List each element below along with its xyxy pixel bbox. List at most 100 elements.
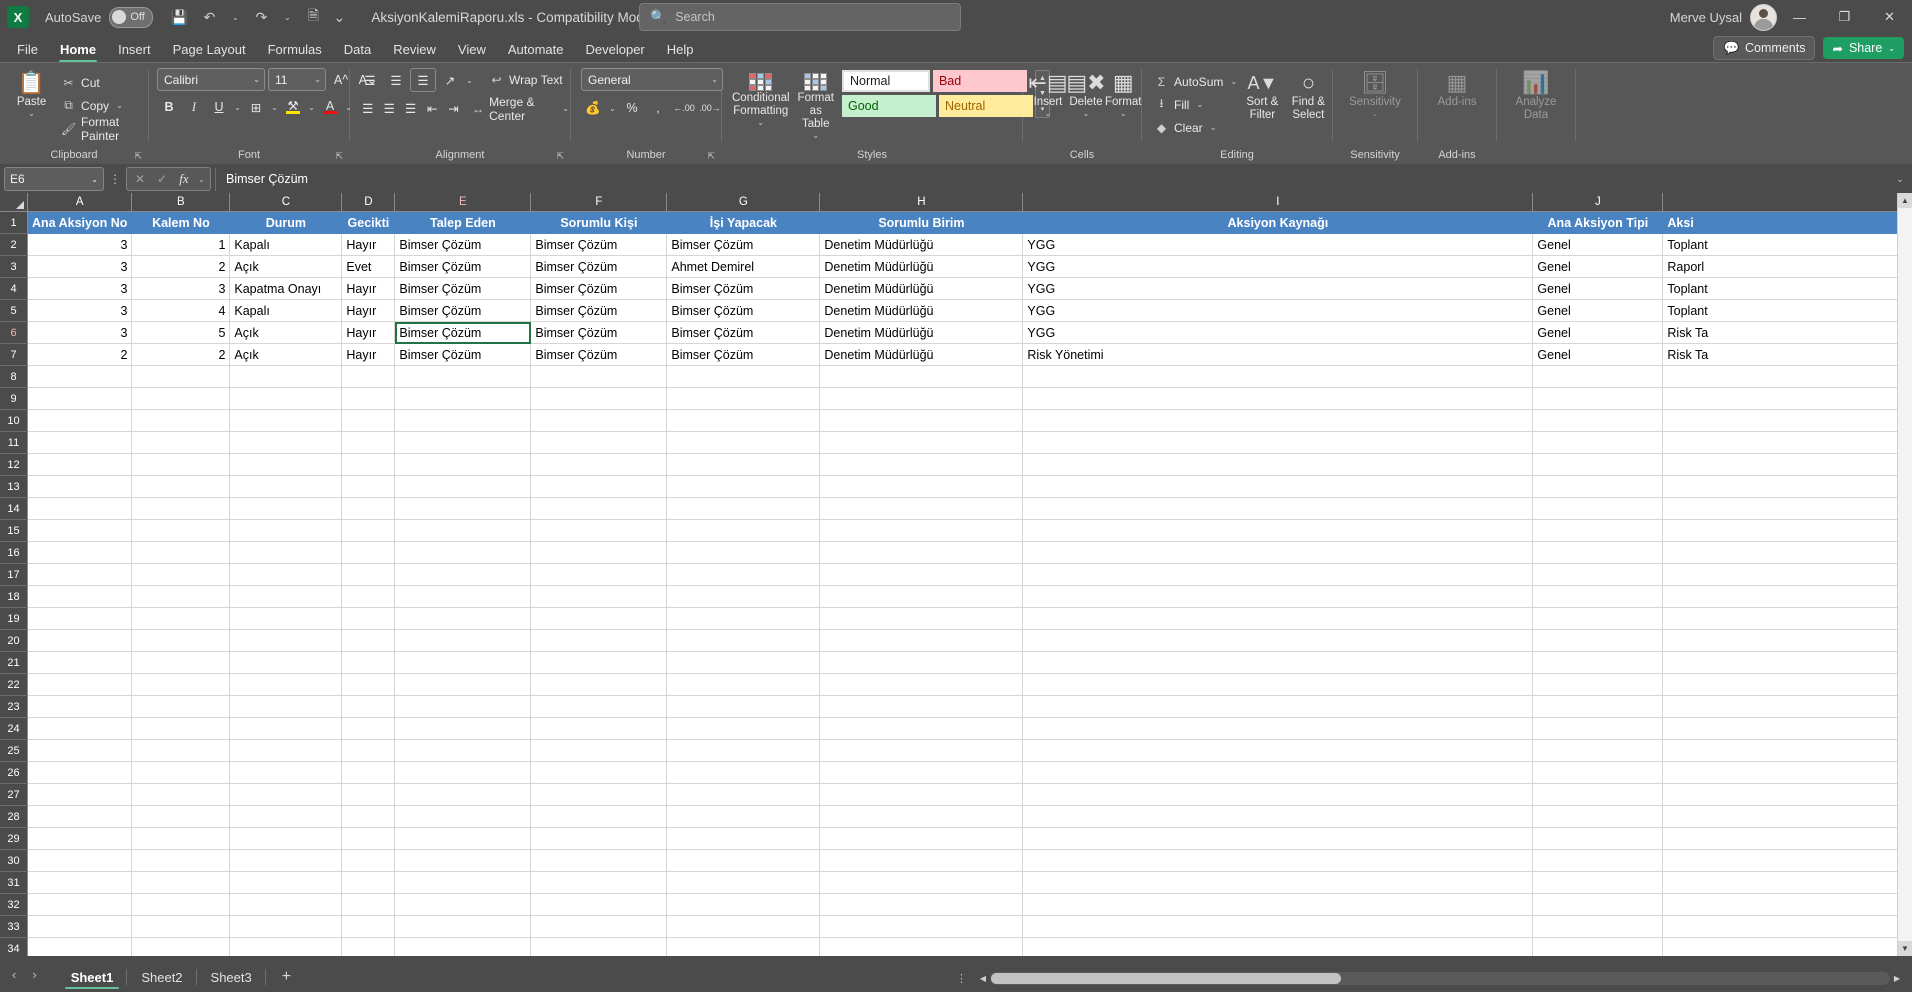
scroll-left-icon[interactable]: ◀	[976, 974, 990, 983]
cell-g11[interactable]	[666, 431, 821, 454]
cell-c33[interactable]	[229, 915, 343, 938]
cell-i33[interactable]	[1022, 915, 1534, 938]
font-dialog-launcher[interactable]: ⇱	[335, 149, 343, 163]
cell-i13[interactable]	[1022, 475, 1534, 498]
cell-f17[interactable]	[530, 563, 668, 586]
cell-h7[interactable]: Denetim Müdürlüğü	[819, 343, 1024, 366]
row-header-30[interactable]: 30	[0, 849, 28, 872]
cell-a6[interactable]: 3	[27, 321, 133, 344]
cell-a25[interactable]	[27, 739, 133, 762]
cell-i18[interactable]	[1022, 585, 1534, 608]
cancel-entry-icon[interactable]: ✕	[130, 172, 150, 186]
cell-b10[interactable]	[131, 409, 231, 432]
header-cell-a1[interactable]: Ana Aksiyon No	[27, 211, 133, 234]
cell-k9[interactable]	[1662, 387, 1904, 410]
cell-b21[interactable]	[131, 651, 231, 674]
avatar[interactable]	[1750, 3, 1777, 31]
conditional-formatting-chevron-down-icon[interactable]: ⌄	[757, 118, 764, 128]
cell-j2[interactable]: Genel	[1532, 233, 1664, 256]
cell-b17[interactable]	[131, 563, 231, 586]
cell-j24[interactable]	[1532, 717, 1664, 740]
cell-f29[interactable]	[530, 827, 668, 850]
cell-g3[interactable]: Ahmet Demirel	[666, 255, 821, 278]
cell-k8[interactable]	[1662, 365, 1904, 388]
tab-automate[interactable]: Automate	[497, 39, 575, 62]
restore-button[interactable]: ❐	[1822, 0, 1867, 34]
cell-g13[interactable]	[666, 475, 821, 498]
cell-e21[interactable]	[394, 651, 532, 674]
cell-i28[interactable]	[1022, 805, 1534, 828]
cell-k4[interactable]: Toplant	[1662, 277, 1904, 300]
cell-d25[interactable]	[341, 739, 396, 762]
sensitivity-button[interactable]: 🗄 Sensitivity ⌄	[1346, 68, 1404, 119]
cell-i20[interactable]	[1022, 629, 1534, 652]
cell-e26[interactable]	[394, 761, 532, 784]
cell-b3[interactable]: 2	[131, 255, 231, 278]
cell-g19[interactable]	[666, 607, 821, 630]
cell-d33[interactable]	[341, 915, 396, 938]
cell-b14[interactable]	[131, 497, 231, 520]
cell-b30[interactable]	[131, 849, 231, 872]
cell-e33[interactable]	[394, 915, 532, 938]
align-middle-icon[interactable]: ☰	[384, 69, 408, 91]
cell-g30[interactable]	[666, 849, 821, 872]
paste-button[interactable]: 📋 Paste ⌄	[6, 68, 57, 119]
cell-g32[interactable]	[666, 893, 821, 916]
comma-style-icon[interactable]: ‚	[646, 97, 670, 119]
cell-k3[interactable]: Raporl	[1662, 255, 1904, 278]
paste-chevron-down-icon[interactable]: ⌄	[28, 109, 35, 119]
insert-function-icon[interactable]: fx	[174, 171, 194, 187]
cell-g9[interactable]	[666, 387, 821, 410]
cell-k11[interactable]	[1662, 431, 1904, 454]
cell-h26[interactable]	[819, 761, 1024, 784]
header-cell-h1[interactable]: Sorumlu Birim	[819, 211, 1024, 234]
format-as-table-chevron-down-icon[interactable]: ⌄	[812, 131, 819, 141]
cell-e9[interactable]	[394, 387, 532, 410]
cell-j18[interactable]	[1532, 585, 1664, 608]
cell-g24[interactable]	[666, 717, 821, 740]
cell-c11[interactable]	[229, 431, 343, 454]
cell-k28[interactable]	[1662, 805, 1904, 828]
cell-b7[interactable]: 2	[131, 343, 231, 366]
row-header-29[interactable]: 29	[0, 827, 28, 850]
cell-e18[interactable]	[394, 585, 532, 608]
cell-f10[interactable]	[530, 409, 668, 432]
cell-e2[interactable]: Bimser Çözüm	[394, 233, 532, 256]
cell-h29[interactable]	[819, 827, 1024, 850]
row-header-27[interactable]: 27	[0, 783, 28, 806]
cell-j11[interactable]	[1532, 431, 1664, 454]
cell-a7[interactable]: 2	[27, 343, 133, 366]
cell-k26[interactable]	[1662, 761, 1904, 784]
tab-page-layout[interactable]: Page Layout	[162, 39, 257, 62]
cell-f32[interactable]	[530, 893, 668, 916]
cell-k32[interactable]	[1662, 893, 1904, 916]
cell-j32[interactable]	[1532, 893, 1664, 916]
cell-h22[interactable]	[819, 673, 1024, 696]
cell-e20[interactable]	[394, 629, 532, 652]
cell-h14[interactable]	[819, 497, 1024, 520]
cell-h23[interactable]	[819, 695, 1024, 718]
cell-d12[interactable]	[341, 453, 396, 476]
formula-bar-overflow-icon[interactable]: ⋮	[108, 172, 122, 186]
cell-f24[interactable]	[530, 717, 668, 740]
bold-button[interactable]: B	[157, 96, 181, 118]
cell-f2[interactable]: Bimser Çözüm	[530, 233, 668, 256]
cell-g16[interactable]	[666, 541, 821, 564]
column-header-b[interactable]: B	[131, 193, 231, 212]
cell-e29[interactable]	[394, 827, 532, 850]
cell-c4[interactable]: Kapatma Onayı	[229, 277, 343, 300]
row-header-33[interactable]: 33	[0, 915, 28, 938]
cell-d19[interactable]	[341, 607, 396, 630]
cell-h9[interactable]	[819, 387, 1024, 410]
cell-j16[interactable]	[1532, 541, 1664, 564]
row-header-34[interactable]: 34	[0, 937, 28, 956]
cell-k21[interactable]	[1662, 651, 1904, 674]
cell-c23[interactable]	[229, 695, 343, 718]
cell-a11[interactable]	[27, 431, 133, 454]
cell-c21[interactable]	[229, 651, 343, 674]
cell-c28[interactable]	[229, 805, 343, 828]
scroll-right-icon[interactable]: ▶	[1890, 974, 1904, 983]
cell-k16[interactable]	[1662, 541, 1904, 564]
row-header-17[interactable]: 17	[0, 563, 28, 586]
cell-a5[interactable]: 3	[27, 299, 133, 322]
